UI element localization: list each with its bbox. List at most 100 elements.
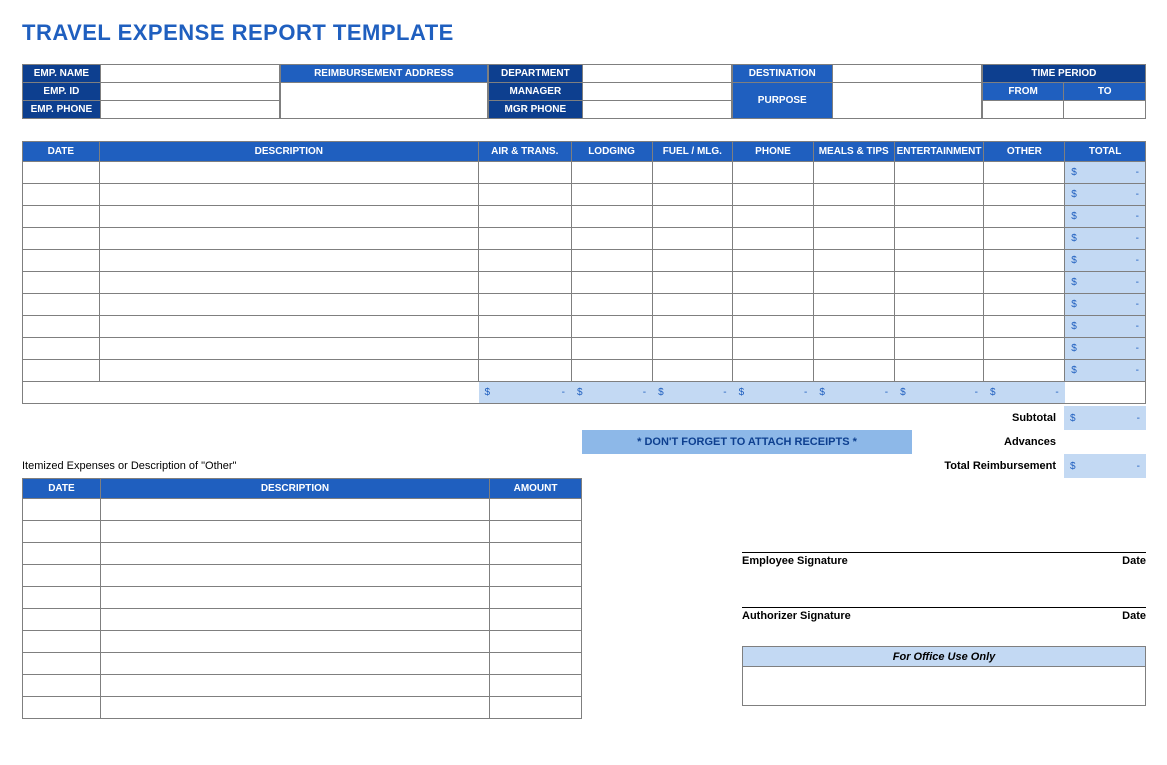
expense-cell[interactable] [479, 338, 571, 360]
expense-cell[interactable] [984, 272, 1065, 294]
itemized-cell[interactable] [23, 653, 101, 675]
itemized-cell[interactable] [100, 675, 489, 697]
expense-cell[interactable] [984, 294, 1065, 316]
expense-cell[interactable] [984, 228, 1065, 250]
expense-cell[interactable] [479, 184, 571, 206]
itemized-cell[interactable] [490, 565, 582, 587]
itemized-cell[interactable] [100, 565, 489, 587]
expense-cell[interactable] [813, 316, 894, 338]
itemized-cell[interactable] [100, 697, 489, 719]
expense-cell[interactable] [652, 184, 733, 206]
itemized-cell[interactable] [100, 631, 489, 653]
expense-cell[interactable] [571, 228, 652, 250]
expense-cell[interactable] [23, 316, 100, 338]
expense-cell[interactable] [894, 294, 984, 316]
expense-cell[interactable] [571, 272, 652, 294]
expense-cell[interactable] [571, 184, 652, 206]
expense-cell[interactable] [984, 250, 1065, 272]
expense-cell[interactable] [99, 316, 478, 338]
field-department[interactable] [582, 65, 731, 83]
expense-cell[interactable] [652, 338, 733, 360]
itemized-cell[interactable] [100, 543, 489, 565]
expense-cell[interactable] [813, 360, 894, 382]
expense-cell[interactable] [733, 184, 814, 206]
expense-cell[interactable] [479, 360, 571, 382]
expense-cell[interactable] [23, 272, 100, 294]
expense-cell[interactable] [733, 228, 814, 250]
expense-cell[interactable] [652, 250, 733, 272]
expense-cell[interactable] [984, 184, 1065, 206]
expense-cell[interactable] [99, 228, 478, 250]
expense-cell[interactable] [894, 184, 984, 206]
expense-cell[interactable] [894, 162, 984, 184]
expense-cell[interactable] [23, 184, 100, 206]
itemized-cell[interactable] [23, 521, 101, 543]
itemized-cell[interactable] [490, 631, 582, 653]
itemized-cell[interactable] [23, 631, 101, 653]
expense-cell[interactable] [984, 206, 1065, 228]
office-use-body[interactable] [743, 667, 1145, 705]
expense-cell[interactable] [652, 294, 733, 316]
itemized-cell[interactable] [23, 565, 101, 587]
expense-cell[interactable] [984, 360, 1065, 382]
expense-cell[interactable] [571, 294, 652, 316]
field-emp-id[interactable] [100, 83, 279, 101]
expense-cell[interactable] [99, 206, 478, 228]
expense-cell[interactable] [733, 272, 814, 294]
expense-cell[interactable] [894, 316, 984, 338]
expense-cell[interactable] [99, 338, 478, 360]
expense-cell[interactable] [652, 316, 733, 338]
expense-cell[interactable] [813, 162, 894, 184]
field-to[interactable] [1064, 101, 1146, 119]
expense-cell[interactable] [99, 250, 478, 272]
expense-cell[interactable] [23, 338, 100, 360]
expense-cell[interactable] [479, 162, 571, 184]
field-purpose[interactable] [832, 83, 981, 119]
expense-cell[interactable] [894, 272, 984, 294]
expense-cell[interactable] [733, 360, 814, 382]
expense-cell[interactable] [571, 206, 652, 228]
field-destination[interactable] [832, 65, 981, 83]
expense-cell[interactable] [984, 316, 1065, 338]
itemized-cell[interactable] [23, 697, 101, 719]
expense-cell[interactable] [479, 228, 571, 250]
expense-cell[interactable] [99, 294, 478, 316]
expense-cell[interactable] [894, 250, 984, 272]
expense-cell[interactable] [894, 338, 984, 360]
expense-cell[interactable] [23, 294, 100, 316]
expense-cell[interactable] [733, 316, 814, 338]
expense-cell[interactable] [99, 162, 478, 184]
expense-cell[interactable] [652, 272, 733, 294]
expense-cell[interactable] [733, 338, 814, 360]
itemized-cell[interactable] [100, 521, 489, 543]
expense-cell[interactable] [23, 162, 100, 184]
field-emp-name[interactable] [100, 65, 279, 83]
expense-cell[interactable] [652, 162, 733, 184]
expense-cell[interactable] [99, 272, 478, 294]
field-reimb-addr[interactable] [280, 83, 487, 119]
expense-cell[interactable] [479, 316, 571, 338]
expense-cell[interactable] [99, 360, 478, 382]
value-advances[interactable] [1064, 430, 1146, 454]
itemized-cell[interactable] [490, 543, 582, 565]
expense-cell[interactable] [813, 294, 894, 316]
expense-cell[interactable] [984, 338, 1065, 360]
expense-cell[interactable] [652, 206, 733, 228]
itemized-cell[interactable] [490, 587, 582, 609]
expense-cell[interactable] [733, 206, 814, 228]
itemized-cell[interactable] [23, 675, 101, 697]
expense-cell[interactable] [479, 272, 571, 294]
expense-cell[interactable] [571, 338, 652, 360]
itemized-cell[interactable] [100, 609, 489, 631]
expense-cell[interactable] [894, 228, 984, 250]
field-manager[interactable] [582, 83, 731, 101]
expense-cell[interactable] [23, 206, 100, 228]
expense-cell[interactable] [652, 360, 733, 382]
expense-cell[interactable] [479, 250, 571, 272]
field-mgr-phone[interactable] [582, 101, 731, 119]
expense-cell[interactable] [571, 316, 652, 338]
expense-cell[interactable] [813, 338, 894, 360]
expense-cell[interactable] [984, 162, 1065, 184]
expense-cell[interactable] [813, 206, 894, 228]
field-from[interactable] [982, 101, 1064, 119]
